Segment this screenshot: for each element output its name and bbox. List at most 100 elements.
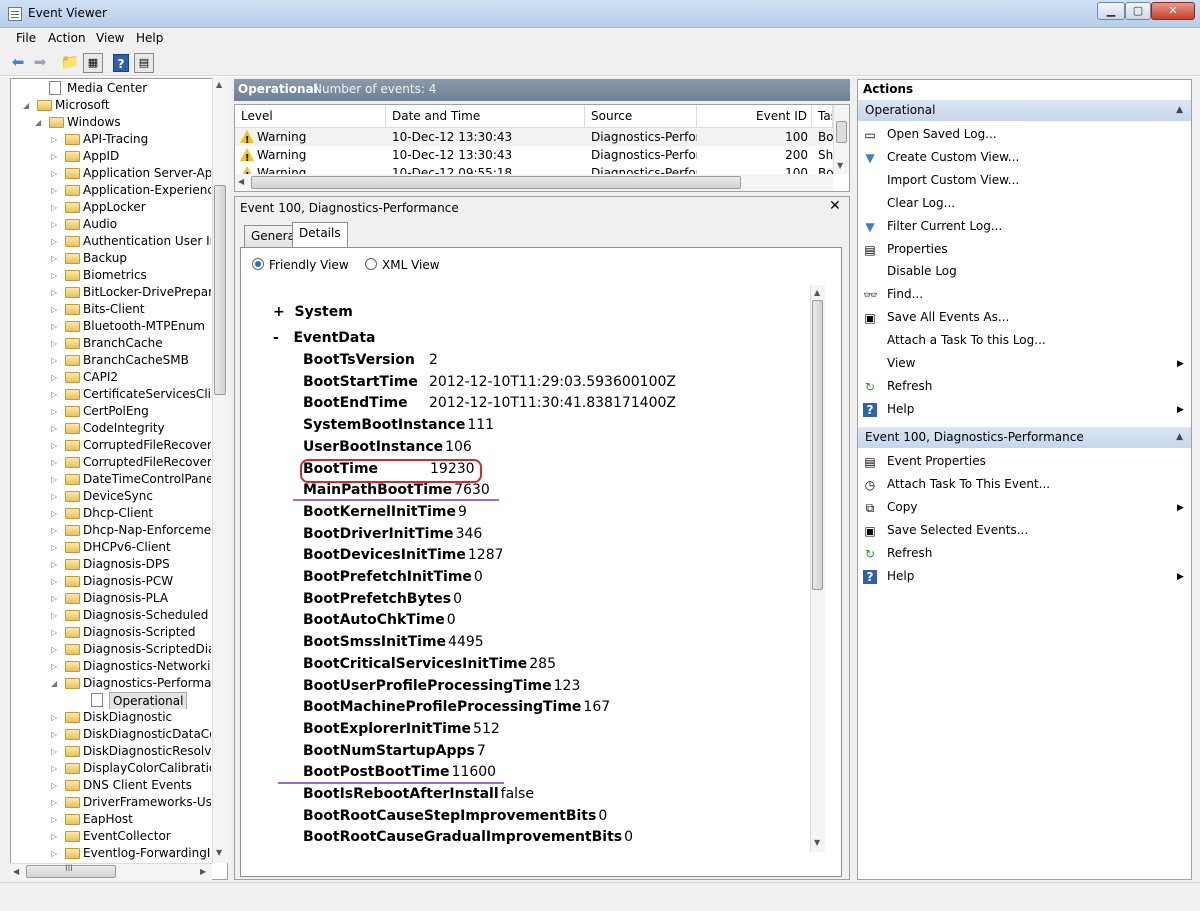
tree-item[interactable]: ▷ Eventlog-ForwardingI (11, 845, 211, 862)
expand-arrow-icon[interactable]: ▷ (51, 131, 61, 148)
scroll-up-arrow-icon[interactable]: ▲ (814, 288, 820, 297)
tree-item[interactable]: ▷ DiskDiagnostic (11, 709, 211, 726)
expand-arrow-icon[interactable]: ▷ (51, 182, 61, 199)
console-tree[interactable]: Media Center ◢ Microsoft ◢ Windows ▷ API-Traci… (10, 78, 228, 880)
tree-item[interactable]: ◢ Windows (11, 114, 211, 131)
scroll-down-arrow-icon[interactable]: ▼ (837, 161, 843, 170)
expand-arrow-icon[interactable]: ▷ (51, 590, 61, 607)
table-hscroll-thumb[interactable] (251, 176, 741, 189)
action-item[interactable]: Open Saved Log... (887, 127, 997, 141)
scroll-right-arrow-icon[interactable]: ▶ (200, 867, 206, 876)
tree-item[interactable]: ▷ AppLocker (11, 199, 211, 216)
expand-arrow-icon[interactable]: ▷ (51, 369, 61, 386)
tree-item[interactable]: ▷ Dhcp-Client (11, 505, 211, 522)
tree-item[interactable]: ▷ Authentication User In (11, 233, 211, 250)
action-item[interactable]: Help (887, 402, 914, 416)
expand-arrow-icon[interactable]: ▷ (51, 505, 61, 522)
action-item[interactable]: View (887, 356, 915, 370)
friendly-view-radio[interactable] (252, 258, 264, 270)
expand-arrow-icon[interactable]: ▷ (51, 794, 61, 811)
scroll-up-arrow-icon[interactable]: ▲ (216, 80, 222, 89)
tree-item[interactable]: ▷ CorruptedFileRecover (11, 437, 211, 454)
menu-help[interactable]: Help (136, 31, 163, 45)
tree-item[interactable]: ▷ Dhcp-Nap-Enforceme (11, 522, 211, 539)
tree-item[interactable]: ▷ BitLocker-DrivePrepar (11, 284, 211, 301)
tree-item[interactable]: Media Center (11, 80, 211, 97)
xml-view-label[interactable]: XML View (382, 258, 440, 272)
action-item[interactable]: Filter Current Log... (887, 219, 1002, 233)
expand-arrow-icon[interactable]: ▷ (51, 165, 61, 182)
expand-arrow-icon[interactable]: ▷ (51, 437, 61, 454)
collapse-arrow-icon[interactable]: ◢ (35, 114, 45, 131)
scroll-down-arrow-icon[interactable]: ▼ (216, 848, 222, 857)
tree-item[interactable]: ▷ Diagnosis-ScriptedDia (11, 641, 211, 658)
details-scroll-thumb[interactable] (812, 300, 823, 590)
expand-arrow-icon[interactable]: ▷ (51, 658, 61, 675)
tree-item[interactable]: ▷ EapHost (11, 811, 211, 828)
expand-arrow-icon[interactable]: ▷ (51, 624, 61, 641)
action-item[interactable]: Create Custom View... (887, 150, 1019, 164)
expand-arrow-icon[interactable]: ▷ (51, 454, 61, 471)
tree-item[interactable]: ▷ EventCollector (11, 828, 211, 845)
eventdata-section-toggle[interactable]: - EventData (273, 330, 376, 346)
expand-arrow-icon[interactable]: ▷ (51, 284, 61, 301)
expand-arrow-icon[interactable]: ▷ (51, 556, 61, 573)
tree-item[interactable]: ▷ CAPI2 (11, 369, 211, 386)
tree-item[interactable]: ▷ DiskDiagnosticResolv (11, 743, 211, 760)
action-item[interactable]: Attach Task To This Event... (887, 477, 1050, 491)
table-vertical-scrollbar[interactable]: ▼ (833, 105, 849, 174)
expand-arrow-icon[interactable]: ▷ (51, 403, 61, 420)
tree-item[interactable]: ▷ CorruptedFileRecover (11, 454, 211, 471)
action-item[interactable]: Disable Log (887, 264, 957, 278)
tree-item[interactable]: ▷ Audio (11, 216, 211, 233)
tree-item[interactable]: ▷ AppID (11, 148, 211, 165)
expand-arrow-icon[interactable]: ▷ (51, 233, 61, 250)
actions-section-operational[interactable]: Operational ▲ (858, 100, 1191, 121)
tree-item[interactable]: ▷ Diagnosis-PLA (11, 590, 211, 607)
action-item[interactable]: Event Properties (887, 454, 986, 468)
table-row[interactable]: Warning 10-Dec-12 13:30:43 Diagnostics-Per… (235, 128, 833, 150)
tree-item[interactable]: ▷ DeviceSync (11, 488, 211, 505)
expand-arrow-icon[interactable]: ▷ (51, 318, 61, 335)
up-folder-icon[interactable]: 📁 (60, 53, 80, 73)
maximize-button[interactable]: ▢ (1125, 2, 1151, 20)
collapse-arrow-icon[interactable]: ◢ (51, 675, 61, 692)
expand-arrow-icon[interactable]: ▷ (51, 845, 61, 862)
expand-arrow-icon[interactable]: ▷ (51, 216, 61, 233)
expand-arrow-icon[interactable]: ▷ (51, 488, 61, 505)
menu-action[interactable]: Action (48, 31, 86, 45)
expand-arrow-icon[interactable]: ▷ (51, 471, 61, 488)
expand-arrow-icon[interactable]: ▷ (51, 386, 61, 403)
expand-arrow-icon[interactable]: ▷ (51, 148, 61, 165)
tree-item[interactable]: ▷ DateTimeControlPane (11, 471, 211, 488)
tree-item[interactable]: ▷ DiskDiagnosticDataCo (11, 726, 211, 743)
column-header-level[interactable]: Level (235, 105, 386, 128)
action-item[interactable]: Attach a Task To this Log... (887, 333, 1046, 347)
tree-item[interactable]: ▷ Backup (11, 250, 211, 267)
tree-item[interactable]: ▷ DisplayColorCalibratio (11, 760, 211, 777)
minimize-button[interactable]: ▁ (1097, 2, 1125, 20)
action-item[interactable]: Help (887, 569, 914, 583)
show-hide-action-pane-icon[interactable]: ▤ (134, 53, 154, 73)
tree-item[interactable]: ▷ Diagnostics-Networki (11, 658, 211, 675)
tree-item[interactable]: ▷ Application-Experienc (11, 182, 211, 199)
tree-item[interactable]: ▷ CodeIntegrity (11, 420, 211, 437)
tree-item[interactable]: ▷ Bits-Client (11, 301, 211, 318)
help-icon[interactable]: ? (113, 54, 129, 72)
expand-arrow-icon[interactable]: ▷ (51, 522, 61, 539)
tree-item[interactable]: ▷ Diagnosis-Scheduled (11, 607, 211, 624)
tree-item[interactable]: ▷ Application Server-Ap (11, 165, 211, 182)
friendly-view-label[interactable]: Friendly View (269, 258, 349, 272)
tree-item[interactable]: Operational (11, 692, 211, 709)
expand-arrow-icon[interactable]: ▷ (51, 828, 61, 845)
column-header-source[interactable]: Source (585, 105, 697, 128)
expand-arrow-icon[interactable]: ▷ (51, 301, 61, 318)
tree-item[interactable]: ▷ Biometrics (11, 267, 211, 284)
expand-arrow-icon[interactable]: ▷ (51, 811, 61, 828)
column-header-date-time[interactable]: Date and Time (386, 105, 585, 128)
collapse-up-icon[interactable]: ▲ (1176, 100, 1183, 121)
back-arrow-icon[interactable]: ⬅ (8, 53, 28, 73)
collapse-up-icon[interactable]: ▲ (1176, 427, 1183, 448)
expand-arrow-icon[interactable]: ▷ (51, 726, 61, 743)
show-hide-tree-icon[interactable]: ▦ (83, 53, 103, 73)
